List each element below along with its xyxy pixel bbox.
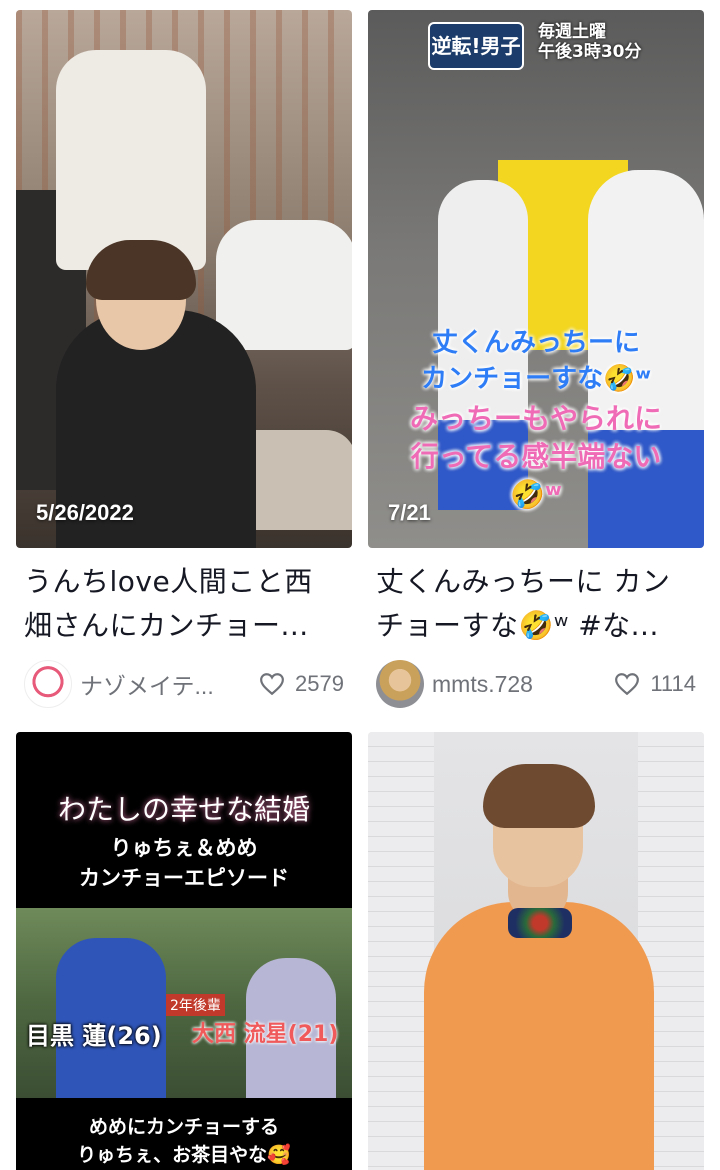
caption-line: 丈くんみっちーに カン [376,565,671,598]
person-body [424,902,654,1170]
overlay-text: みっちーもやられに 行ってる感半端ない 🤣ʷ [368,400,704,514]
caption-line: うんちlove人間こと西 [24,565,313,598]
overlay-caption: りゅちぇ、お茶目やな🥰 [77,1144,291,1166]
person-figure [56,50,206,270]
avatar[interactable] [376,660,424,708]
heart-icon [260,673,284,696]
hair [86,240,196,300]
overlay-line: カンチョーすな🤣ʷ [421,364,651,394]
drama-scene: 2年後輩 目黒 蓮(26) 大西 流星(21) [16,908,352,1098]
author-name[interactable]: ナゾメイテ... [80,667,259,701]
overlay-line: 丈くんみっちーに [431,328,640,358]
video-card[interactable] [368,732,704,1170]
overlay-text: 丈くんみっちーに カンチョーすな🤣ʷ [368,325,704,397]
video-card[interactable]: 5/26/2022 うんちlove人間こと西 畑さんにカンチョー... ナゾメイ… [16,10,352,710]
video-caption[interactable]: 丈くんみっちーに カン チョーすな🤣ʷ #な... [368,560,704,648]
video-date: 5/26/2022 [36,500,134,525]
overlay-line: 行ってる感半端ない [410,440,662,473]
caption-line: 畑さんにカンチョー... [24,609,309,642]
overlay-title: わたしの幸せな結婚 [57,793,310,826]
like-count[interactable]: 2579 [259,671,344,697]
actor-name: 大西 流星(21) [192,1022,339,1047]
video-thumbnail[interactable]: 5/26/2022 [16,10,352,548]
overlay-line: みっちーもやられに [409,402,662,435]
person-figure [216,220,352,350]
show-logo: 逆転!男子 [428,22,524,70]
video-card[interactable]: わたしの幸せな結婚 りゅちぇ＆めめ カンチョーエピソード 2年後輩 目黒 蓮(2… [16,732,352,1170]
video-meta: ナゾメイテ... 2579 [16,658,352,710]
overlay-tag: 2年後輩 [166,994,225,1016]
like-count-value: 1114 [650,671,696,696]
video-date: 7/21 [388,500,431,525]
caption-line: チョーすな🤣ʷ #な... [376,609,659,642]
video-caption[interactable]: うんちlove人間こと西 畑さんにカンチョー... [16,560,352,648]
show-schedule: 毎週土曜 午後3時30分 [538,22,642,62]
video-card[interactable]: 逆転!男子 毎週土曜 午後3時30分 丈くんみっちーに カンチョーすな🤣ʷ みっ… [368,10,704,710]
schedule-line: 午後3時30分 [538,42,642,62]
overlay-subtitle: カンチョーエピソード [79,866,289,890]
actor-name: 目黒 蓮(26) [26,1022,162,1050]
video-meta: mmts.728 1114 [368,658,704,710]
video-thumbnail[interactable]: 逆転!男子 毎週土曜 午後3時30分 丈くんみっちーに カンチョーすな🤣ʷ みっ… [368,10,704,548]
video-thumbnail[interactable] [368,732,704,1170]
video-thumbnail[interactable]: わたしの幸せな結婚 りゅちぇ＆めめ カンチョーエピソード 2年後輩 目黒 蓮(2… [16,732,352,1170]
overlay-caption: めめにカンチョーする [88,1116,279,1138]
overlay-subtitle: りゅちぇ＆めめ [110,836,258,860]
avatar[interactable] [24,660,72,708]
schedule-line: 毎週土曜 [538,22,606,42]
like-count-value: 2579 [295,671,344,696]
hair [483,764,595,828]
like-count[interactable]: 1114 [614,671,696,697]
author-name[interactable]: mmts.728 [432,671,614,698]
heart-icon [615,673,640,696]
bow-tie [508,908,572,938]
